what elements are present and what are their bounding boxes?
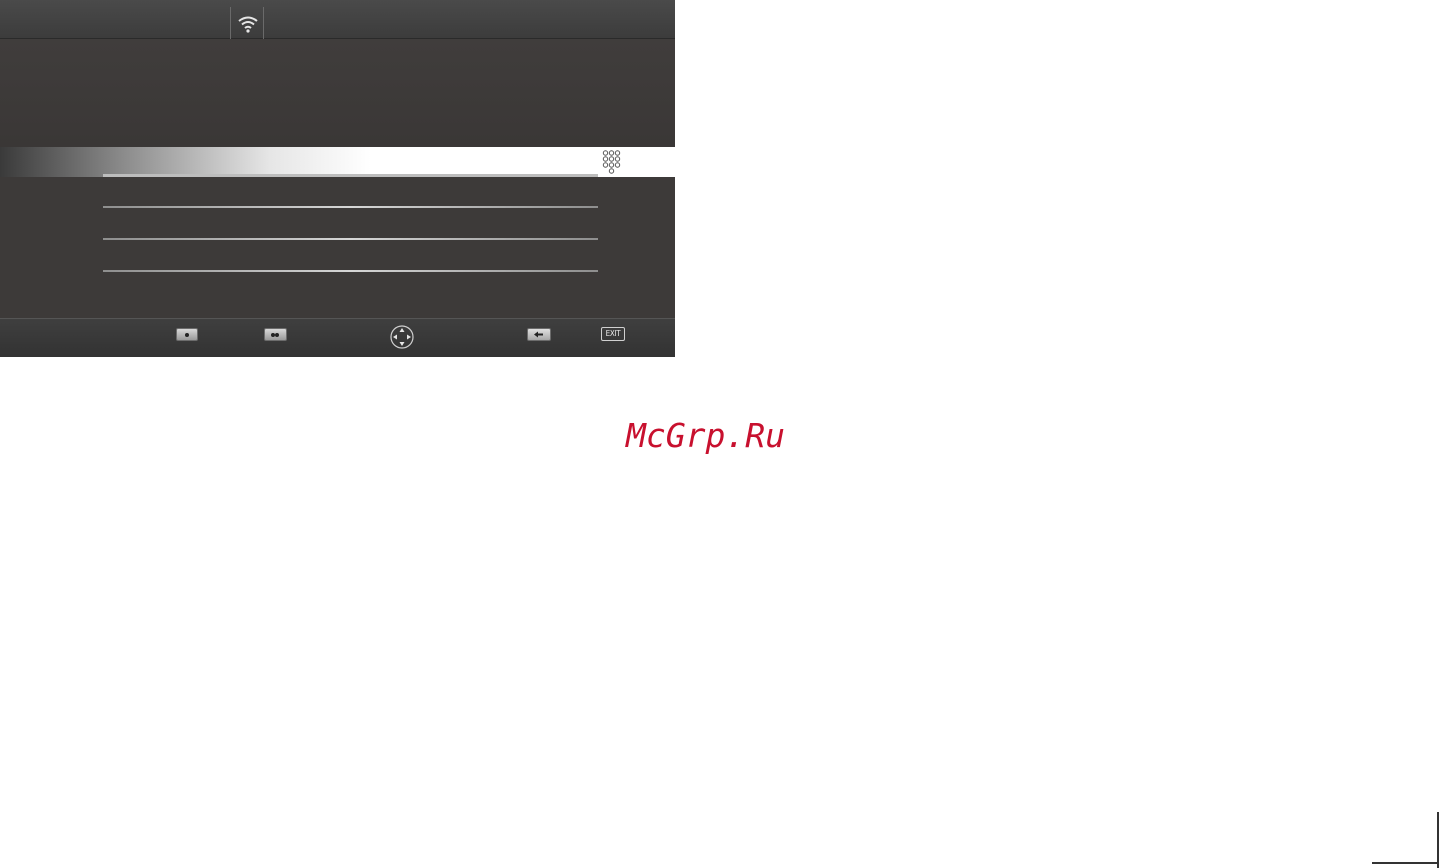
page-corner-mark <box>1372 862 1439 864</box>
wifi-icon <box>238 16 258 33</box>
green-button-icon[interactable] <box>264 328 287 341</box>
watermark-text: McGrp.Ru <box>626 416 785 455</box>
red-button-icon[interactable] <box>176 328 198 341</box>
menu-header-area <box>0 39 675 147</box>
back-arrow-icon[interactable] <box>527 328 551 341</box>
menu-row-divider <box>103 270 598 272</box>
menu-row-divider <box>103 206 598 208</box>
tv-menu-window: EXIT <box>0 0 675 357</box>
page-corner-mark <box>1437 812 1439 868</box>
top-status-bar <box>0 0 675 42</box>
menu-row-divider <box>103 238 598 240</box>
navigation-cross-icon[interactable] <box>390 324 414 350</box>
menu-row-divider <box>103 174 598 177</box>
exit-button[interactable]: EXIT <box>601 327 625 341</box>
numeric-keypad-icon <box>602 150 621 174</box>
network-status-cell <box>230 7 264 42</box>
footer-key-bar: EXIT <box>0 318 675 357</box>
menu-item-selected[interactable] <box>0 147 675 177</box>
